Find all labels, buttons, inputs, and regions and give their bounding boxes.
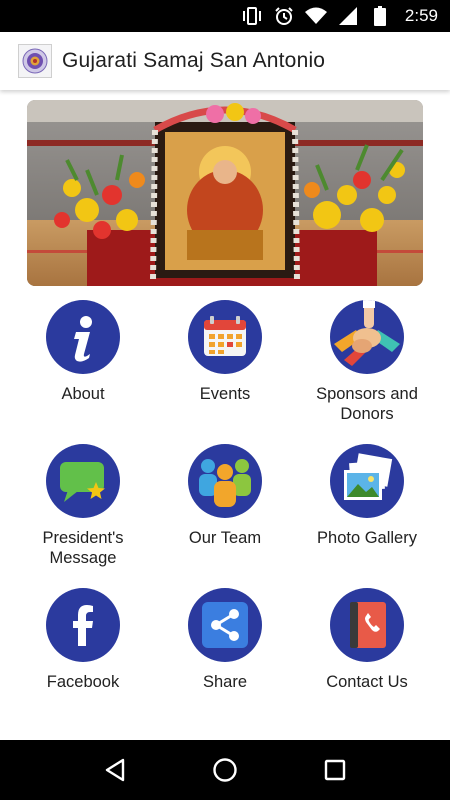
- app-screen: 2:59 Gujarati Samaj San Antonio About Ev…: [0, 0, 450, 800]
- menu-item-contact-us[interactable]: Contact Us: [296, 588, 438, 732]
- menu-item-label: Facebook: [46, 673, 120, 691]
- samaj-logo-icon: [18, 44, 52, 78]
- menu-item-label: Sponsors and Donors: [316, 385, 418, 423]
- menu-item-label: President's Message: [42, 529, 124, 567]
- back-icon[interactable]: [95, 750, 135, 790]
- facebook-icon: [46, 588, 120, 662]
- banner-image: [27, 100, 423, 286]
- hands-icon: [330, 300, 404, 374]
- battery-icon: [369, 5, 391, 27]
- home-icon[interactable]: [205, 750, 245, 790]
- vibrate-icon: [241, 5, 263, 27]
- menu-item-label: Photo Gallery: [317, 529, 417, 547]
- menu-item-label: Share: [202, 673, 248, 691]
- info-icon: [46, 300, 120, 374]
- status-bar: 2:59: [0, 0, 450, 32]
- menu-item-label: Our Team: [188, 529, 262, 547]
- wifi-icon: [304, 5, 327, 27]
- menu-item-our-team[interactable]: Our Team: [154, 444, 296, 588]
- menu-item-presidents-message[interactable]: President's Message: [12, 444, 154, 588]
- menu-item-about[interactable]: About: [12, 300, 154, 444]
- chat-bubble-icon: [46, 444, 120, 518]
- photos-icon: [330, 444, 404, 518]
- menu-item-events[interactable]: Events: [154, 300, 296, 444]
- calendar-icon: [188, 300, 262, 374]
- menu-item-label: About: [61, 385, 105, 403]
- status-time: 2:59: [404, 6, 438, 25]
- menu-item-label: Contact Us: [326, 673, 408, 691]
- menu-item-photo-gallery[interactable]: Photo Gallery: [296, 444, 438, 588]
- menu-item-sponsors-donors[interactable]: Sponsors and Donors: [296, 300, 438, 444]
- menu-item-label: Events: [199, 385, 251, 403]
- goddess-shrine-flowers-image: [27, 100, 423, 286]
- phone-book-icon: [330, 588, 404, 662]
- app-bar: Gujarati Samaj San Antonio: [0, 32, 450, 90]
- team-icon: [188, 444, 262, 518]
- share-icon: [188, 588, 262, 662]
- alarm-icon: [273, 5, 295, 27]
- menu-item-share[interactable]: Share: [154, 588, 296, 732]
- signal-icon: [337, 5, 359, 27]
- menu-grid: About Events Sponsors and Donors Preside…: [12, 300, 438, 732]
- system-nav-bar: [0, 740, 450, 800]
- menu-item-facebook[interactable]: Facebook: [12, 588, 154, 732]
- app-title: Gujarati Samaj San Antonio: [62, 49, 326, 72]
- recents-icon[interactable]: [315, 750, 355, 790]
